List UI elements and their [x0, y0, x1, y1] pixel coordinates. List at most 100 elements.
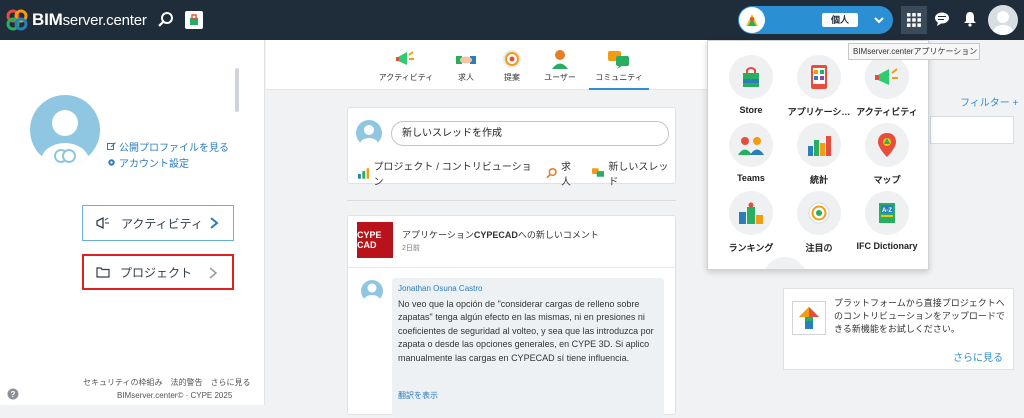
- tab-users[interactable]: ユーザー: [532, 46, 588, 83]
- promo-see-more-link[interactable]: さらに見る: [953, 349, 1003, 364]
- app-more-icon: [763, 257, 807, 269]
- app-more[interactable]: [750, 257, 820, 269]
- new-thread-input[interactable]: 新しいスレッドを作成: [391, 121, 669, 146]
- apps-tooltip: BIMserver.centerアプリケーション: [848, 43, 980, 60]
- bar-chart-icon: [808, 136, 831, 156]
- search-icon[interactable]: [157, 11, 175, 29]
- section-tabs: アクティビティ 求人 提案 ユーザー コミュニティ: [266, 40, 756, 90]
- featured-medal-icon: [808, 202, 830, 224]
- tab-activity[interactable]: アクティビティ: [378, 46, 434, 83]
- view-public-profile-link[interactable]: 公開プロファイルを見る: [107, 139, 229, 154]
- top-navigation-bar: BIMserver.center 個人: [0, 0, 1024, 40]
- app-store-label: Store: [739, 105, 763, 115]
- feed-divider: [347, 200, 676, 201]
- user-level-badge-icon: [54, 149, 76, 163]
- feed-post: CYPE CAD アプリケーションCYPECADへの新しいコメント 2日前 Jo…: [347, 215, 676, 418]
- composer-avatar: [356, 120, 382, 150]
- app-featured-label: 注目の: [805, 243, 833, 253]
- svg-text:?: ?: [11, 390, 16, 399]
- app-ranking-label: ランキング: [728, 243, 774, 253]
- footer-links: セキュリティの枠組み 法的警告 さらに見る: [83, 377, 251, 388]
- tab-users-label: ユーザー: [544, 73, 576, 82]
- ifc-dictionary-icon: A-Z: [879, 203, 895, 223]
- footer-link-legal[interactable]: 法的警告: [171, 377, 203, 388]
- app-teams-label: Teams: [737, 173, 765, 183]
- app-ifc-dictionary-label: IFC Dictionary: [856, 241, 918, 251]
- ranking-icon: [739, 202, 763, 224]
- account-avatar: [739, 7, 765, 33]
- megaphone-icon: [875, 68, 898, 85]
- view-public-profile-label: 公開プロファイルを見る: [119, 143, 229, 154]
- attach-project-label: プロジェクト / コントリビューション: [373, 162, 532, 188]
- footer-link-more[interactable]: さらに見る: [211, 377, 251, 388]
- help-icon[interactable]: ?: [7, 388, 19, 400]
- tab-activity-label: アクティビティ: [378, 73, 434, 82]
- promo-text: プラットフォームから直接プロジェクトへのコントリビューションをアップロードできる…: [834, 298, 1005, 334]
- tab-community[interactable]: コミュニティ: [589, 46, 649, 90]
- profile-avatar[interactable]: [988, 5, 1018, 35]
- app-applications-label: アプリケーシ…: [787, 107, 851, 117]
- app-map[interactable]: マップ: [852, 123, 922, 186]
- app-featured[interactable]: 注目の: [784, 191, 854, 254]
- chevron-right-icon: [209, 267, 218, 279]
- megaphone-outline-icon: [96, 216, 109, 230]
- account-type-badge: 個人: [822, 13, 858, 27]
- store-bag-icon: [743, 67, 759, 87]
- chevron-right-icon: [210, 217, 219, 229]
- chat-icon[interactable]: [934, 11, 950, 27]
- app-activity[interactable]: アクティビティ: [852, 55, 922, 118]
- filter-add-link[interactable]: フィルター +: [960, 94, 1018, 109]
- tablet-apps-icon: [811, 65, 827, 89]
- account-settings-link[interactable]: アカウント設定: [107, 155, 189, 170]
- app-store[interactable]: Store: [716, 55, 786, 115]
- sidebar-scrollbar[interactable]: [235, 68, 239, 112]
- sidebar-item-projects[interactable]: プロジェクト: [82, 254, 234, 290]
- bimserver-logo[interactable]: BIMserver.center: [6, 9, 147, 31]
- comment-bubble: Jonathan Osuna Castro No veo que la opci…: [392, 278, 664, 418]
- logo-text: BIMserver.center: [32, 10, 147, 29]
- commenter-avatar[interactable]: [361, 280, 383, 305]
- chat-bubbles-icon: [592, 168, 605, 177]
- teams-icon: [738, 137, 764, 155]
- handshake-icon: [456, 56, 476, 64]
- left-sidebar: 公開プロファイルを見る アカウント設定 アクティビティ プロジェクト セキュリテ…: [0, 40, 265, 405]
- copyright-text: BIMserver.center© · CYPE 2025: [117, 391, 233, 400]
- sidebar-item-activity[interactable]: アクティビティ: [82, 205, 234, 241]
- app-teams[interactable]: Teams: [716, 123, 786, 183]
- notifications-bell-icon[interactable]: [962, 11, 978, 27]
- apps-grid-button[interactable]: [901, 6, 927, 34]
- gear-icon: [108, 159, 115, 166]
- key-search-icon: [546, 167, 557, 179]
- app-statistics-label: 統計: [809, 175, 828, 185]
- new-thread-button[interactable]: 新しいスレッド: [592, 158, 675, 188]
- new-thread-card: 新しいスレッドを作成 プロジェクト / コントリビューション 求人 新しいスレッ…: [347, 107, 676, 188]
- logo-rings-icon: [6, 9, 28, 31]
- medal-icon: [503, 50, 521, 68]
- show-translation-link[interactable]: 翻訳を表示: [398, 390, 438, 401]
- app-applications[interactable]: アプリケーシ…: [784, 55, 854, 118]
- post-header[interactable]: CYPE CAD アプリケーションCYPECADへの新しいコメント 2日前: [348, 216, 675, 268]
- app-ranking[interactable]: ランキング: [716, 191, 786, 254]
- comment-author-link[interactable]: Jonathan Osuna Castro: [398, 284, 483, 293]
- chevron-down-icon: [874, 17, 884, 24]
- user-account-selector[interactable]: 個人: [738, 6, 893, 34]
- cypecad-app-icon: CYPE CAD: [357, 222, 393, 258]
- sidebar-item-activity-label: アクティビティ: [121, 216, 203, 231]
- sidebar-item-projects-label: プロジェクト: [120, 265, 193, 280]
- footer-link-security[interactable]: セキュリティの枠組み: [83, 377, 163, 388]
- upload-contribution-promo: プラットフォームから直接プロジェクトへのコントリビューションをアップロードできる…: [783, 288, 1014, 370]
- account-settings-label: アカウント設定: [119, 159, 189, 170]
- app-ifc-dictionary[interactable]: A-Z IFC Dictionary: [852, 191, 922, 251]
- filter-input[interactable]: [930, 116, 1014, 144]
- app-statistics[interactable]: 統計: [784, 123, 854, 186]
- app-activity-label: アクティビティ: [856, 107, 918, 117]
- megaphone-icon: [396, 51, 414, 65]
- chat-bubbles-icon: [608, 51, 629, 69]
- main-feed: アクティビティ 求人 提案 ユーザー コミュニティ 新しいスレッドを作成 プロジ…: [266, 40, 756, 418]
- attach-project-button[interactable]: プロジェクト / コントリビューション: [358, 158, 534, 188]
- post-timestamp: 2日前: [402, 245, 420, 252]
- jobs-button[interactable]: 求人: [546, 158, 580, 188]
- grid-icon: [907, 13, 921, 27]
- folder-outline-icon: [96, 267, 110, 278]
- store-icon[interactable]: [184, 11, 203, 29]
